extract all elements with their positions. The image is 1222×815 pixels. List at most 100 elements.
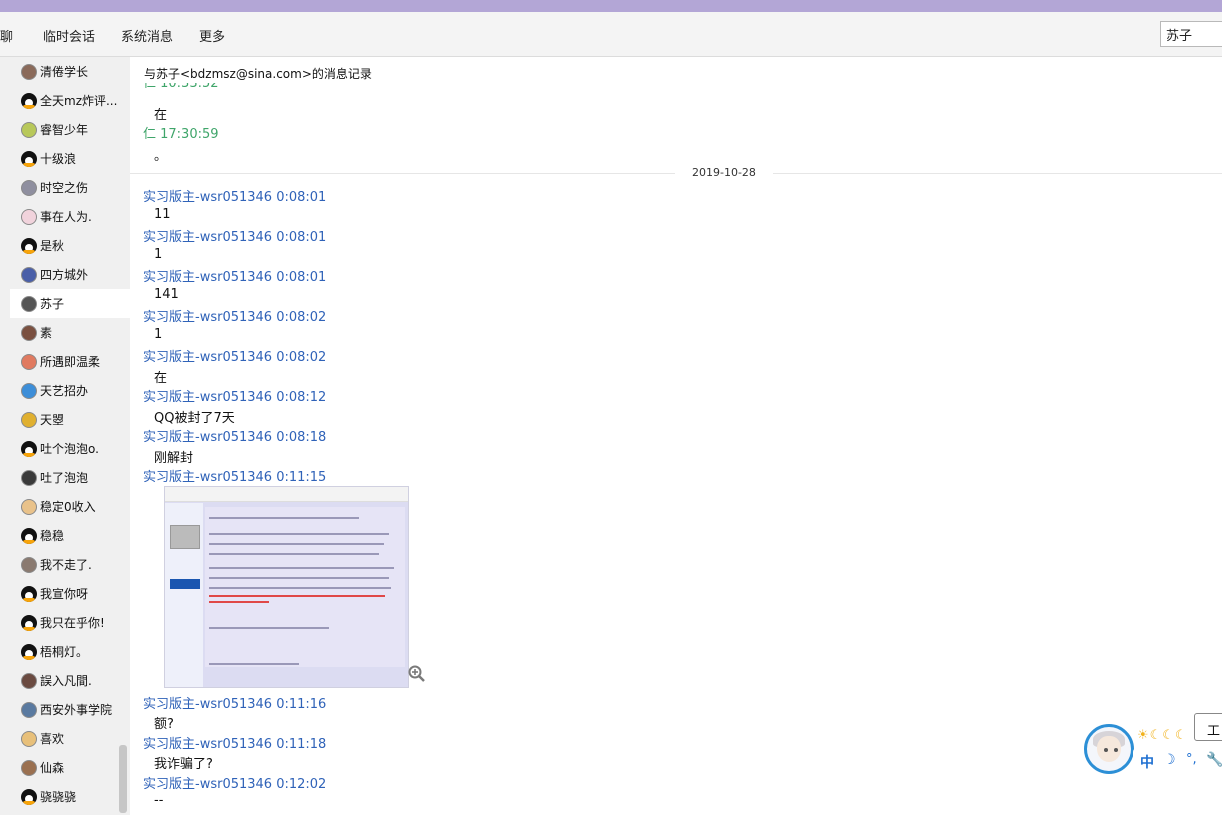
contact-item[interactable]: 天曌 bbox=[10, 405, 130, 434]
message-body: 我诈骗了? bbox=[154, 757, 213, 772]
window-titlebar bbox=[0, 0, 1222, 12]
tooltip: 工 bbox=[1194, 713, 1222, 741]
contact-item[interactable]: 苏子 bbox=[10, 289, 130, 318]
date-separator: 2019-10-28 bbox=[130, 166, 1222, 180]
contact-item[interactable]: 所遇即温柔 bbox=[10, 347, 130, 376]
contact-name: 喜欢 bbox=[40, 732, 65, 746]
message-body: QQ被封了7天 bbox=[154, 411, 235, 426]
contact-item[interactable]: 素 bbox=[10, 318, 130, 347]
contact-item[interactable]: 天艺招办 bbox=[10, 376, 130, 405]
message-body: 141 bbox=[154, 287, 179, 302]
contact-item[interactable]: 稳稳 bbox=[10, 521, 130, 550]
zoom-in-icon[interactable] bbox=[408, 665, 426, 683]
qq-penguin-icon bbox=[21, 643, 37, 660]
tab-system-messages[interactable]: 系统消息 bbox=[121, 26, 173, 45]
ime-settings-icon[interactable]: 🔧 bbox=[1206, 752, 1222, 768]
contact-item[interactable]: 是秋 bbox=[10, 231, 130, 260]
tab-group-chat[interactable]: 群聊 bbox=[0, 26, 13, 45]
contact-name: 我宣你呀 bbox=[40, 587, 89, 601]
contact-list-scrollbar[interactable] bbox=[119, 745, 127, 813]
message-history-panel: 与苏子<bdzmsz@sina.com>的消息记录 仁 10:33:52 在 仁… bbox=[130, 57, 1222, 815]
avatar bbox=[21, 179, 37, 196]
avatar bbox=[21, 382, 37, 399]
qq-penguin-icon bbox=[21, 585, 37, 602]
avatar bbox=[21, 324, 37, 341]
message-header: 实习版主-wsr051346 0:11:15 bbox=[143, 470, 327, 485]
contact-item[interactable]: 喜欢 bbox=[10, 724, 130, 753]
desktop-pet-avatar[interactable] bbox=[1084, 724, 1134, 774]
qq-penguin-icon bbox=[21, 440, 37, 457]
date-label: 2019-10-28 bbox=[692, 166, 756, 179]
contact-name: 稳定0收入 bbox=[40, 500, 96, 514]
ime-halfwidth-icon[interactable]: ☽ bbox=[1163, 752, 1176, 768]
contact-item[interactable]: 我只在乎你! bbox=[10, 608, 130, 637]
level-icons: ☀☾☾☾ bbox=[1137, 728, 1188, 743]
contact-name: 仙森 bbox=[40, 761, 65, 775]
qq-penguin-icon bbox=[21, 614, 37, 631]
contact-item[interactable]: 我不走了. bbox=[10, 550, 130, 579]
contact-name: 时空之伤 bbox=[40, 181, 89, 195]
avatar bbox=[21, 498, 37, 515]
contact-list: 清倦学长全天mz炸评... 睿智少年十级浪时空之伤事在人为. 是秋四方城外苏子素所遇… bbox=[0, 57, 130, 815]
message-header: 实习版主-wsr051346 0:08:02 bbox=[143, 310, 327, 325]
contact-item[interactable]: 我宣你呀 bbox=[10, 579, 130, 608]
contact-item[interactable]: 吐个泡泡o. bbox=[10, 434, 130, 463]
ime-language-toggle[interactable]: 中 bbox=[1140, 752, 1154, 772]
contact-item[interactable]: 时空之伤 bbox=[10, 173, 130, 202]
top-tab-bar: 群聊 临时会话 系统消息 更多 bbox=[0, 12, 1222, 57]
contact-name: 天曌 bbox=[40, 413, 65, 427]
contact-item[interactable]: 十级浪 bbox=[10, 144, 130, 173]
contact-item[interactable]: 誤入凡間. bbox=[10, 666, 130, 695]
contact-name: 四方城外 bbox=[40, 268, 89, 282]
message-header: 实习版主-wsr051346 0:08:01 bbox=[143, 230, 327, 245]
message-header: 实习版主-wsr051346 0:08:01 bbox=[143, 190, 327, 205]
contact-item[interactable]: 四方城外 bbox=[10, 260, 130, 289]
contact-name: 我只在乎你! bbox=[40, 616, 105, 630]
tab-more[interactable]: 更多 bbox=[199, 26, 225, 45]
message-header: 仁 17:30:59 bbox=[143, 127, 219, 142]
contact-item[interactable]: 吐了泡泡 bbox=[10, 463, 130, 492]
contact-item[interactable]: 事在人为. bbox=[10, 202, 130, 231]
message-body: 额? bbox=[154, 717, 174, 732]
contact-item[interactable]: 骁骁骁 bbox=[10, 782, 130, 811]
contact-name: 十级浪 bbox=[40, 152, 77, 166]
contact-item[interactable]: 清倦学长 bbox=[10, 57, 130, 86]
message-header: 实习版主-wsr051346 0:08:12 bbox=[143, 390, 327, 405]
message-header: 实习版主-wsr051346 0:11:18 bbox=[143, 737, 327, 752]
avatar bbox=[21, 353, 37, 370]
message-body: 在 bbox=[154, 371, 168, 386]
contact-item[interactable]: 全天mz炸评... bbox=[10, 86, 130, 115]
message-header: 实习版主-wsr051346 0:12:02 bbox=[143, 777, 327, 792]
contact-item[interactable]: 仙森 bbox=[10, 753, 130, 782]
screenshot-image-attachment[interactable] bbox=[164, 486, 409, 688]
avatar bbox=[21, 63, 37, 80]
message-body: -- bbox=[154, 793, 164, 808]
history-title: 与苏子<bdzmsz@sina.com>的消息记录 bbox=[144, 67, 372, 81]
avatar bbox=[21, 266, 37, 283]
avatar bbox=[21, 208, 37, 225]
contact-name: 苏子 bbox=[40, 297, 65, 311]
message-header: 实习版主-wsr051346 0:08:02 bbox=[143, 350, 327, 365]
qq-penguin-icon bbox=[21, 527, 37, 544]
message-header-partial: 仁 10:33:52 bbox=[143, 83, 219, 91]
contact-name: 稳稳 bbox=[40, 529, 65, 543]
contact-name: 全天mz炸评... bbox=[40, 94, 118, 108]
avatar bbox=[21, 556, 37, 573]
contact-item[interactable]: 睿智少年 bbox=[10, 115, 130, 144]
avatar bbox=[21, 759, 37, 776]
contact-name: 梧桐灯。 bbox=[40, 645, 89, 659]
message-body: 。 bbox=[154, 149, 168, 164]
contact-item[interactable]: 稳定0收入 bbox=[10, 492, 130, 521]
qq-penguin-icon bbox=[21, 150, 37, 167]
avatar bbox=[21, 295, 37, 312]
qq-penguin-icon bbox=[21, 92, 37, 109]
message-header: 实习版主-wsr051346 0:11:16 bbox=[143, 697, 327, 712]
contact-item[interactable]: 梧桐灯。 bbox=[10, 637, 130, 666]
contact-name: 天艺招办 bbox=[40, 384, 89, 398]
message-body: 1 bbox=[154, 327, 163, 342]
search-input[interactable] bbox=[1160, 21, 1222, 47]
contact-name: 清倦学长 bbox=[40, 65, 89, 79]
contact-item[interactable]: 西安外事学院 bbox=[10, 695, 130, 724]
ime-punctuation-icon[interactable]: °, bbox=[1186, 752, 1197, 767]
tab-temp-chat[interactable]: 临时会话 bbox=[43, 26, 95, 45]
